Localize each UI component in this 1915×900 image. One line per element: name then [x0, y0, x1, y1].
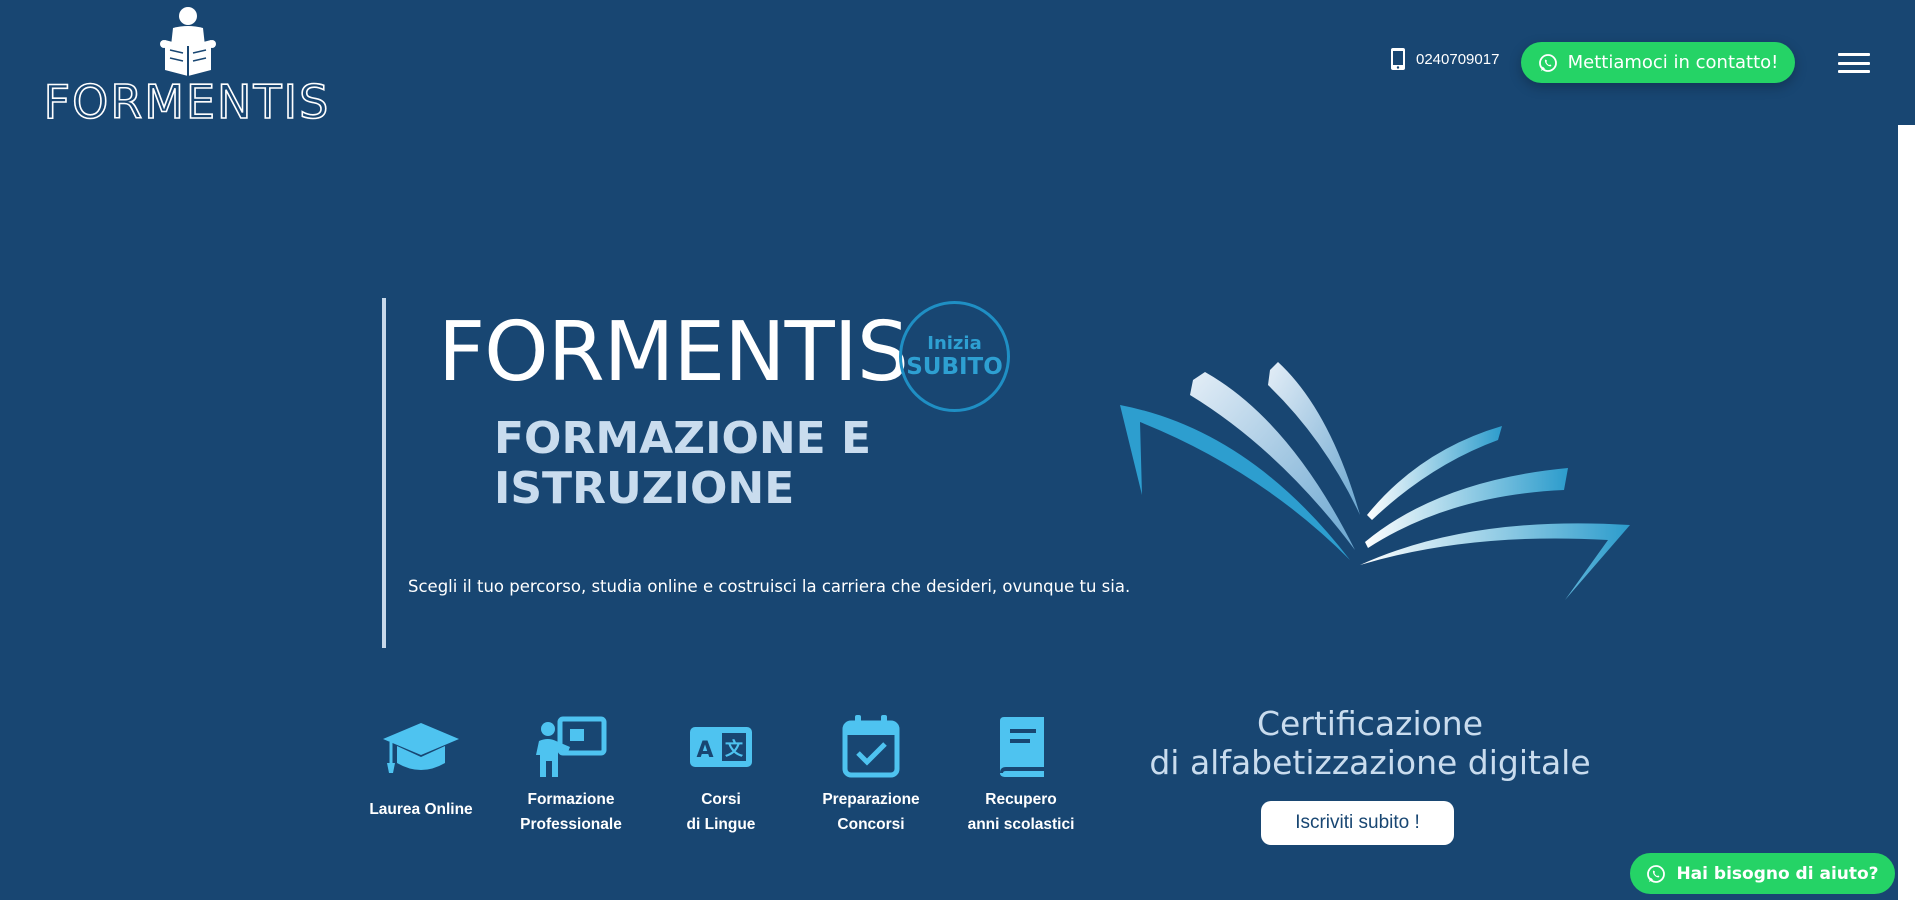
- teacher-board-icon: [536, 716, 607, 777]
- language-icon: A 文: [690, 727, 752, 767]
- logo-wordmark: FORMENTIS: [43, 76, 331, 126]
- hero-description: Scegli il tuo percorso, studia online e …: [408, 577, 1131, 596]
- start-now-top: Inizia: [927, 332, 982, 354]
- svg-text:A: A: [696, 738, 713, 763]
- hero-title: FORMENTIS: [438, 305, 909, 400]
- start-now-bottom: SUBITO: [906, 353, 1003, 380]
- service-label: Corsi di Lingue: [686, 791, 756, 833]
- open-book-illustration: [1120, 362, 1630, 600]
- page-edge: [1898, 125, 1915, 900]
- help-whatsapp-button[interactable]: Hai bisogno di aiuto?: [1630, 853, 1895, 894]
- reader-figure-icon: [160, 7, 216, 76]
- menu-hamburger-icon[interactable]: [1838, 53, 1870, 73]
- service-laurea-online[interactable]: Laurea Online: [351, 715, 491, 822]
- smartphone-icon: [1391, 48, 1405, 70]
- whatsapp-icon: [1647, 864, 1666, 883]
- service-corsi-lingue[interactable]: A 文 Corsi di Lingue: [651, 715, 791, 837]
- hero-accent-bar: [382, 298, 386, 648]
- whatsapp-icon: [1538, 53, 1557, 72]
- service-recupero-anni[interactable]: Recupero anni scolastici: [951, 715, 1091, 837]
- contact-button-label: Mettiamoci in contatto!: [1567, 52, 1779, 73]
- service-label: Laurea Online: [369, 801, 473, 818]
- svg-text:FORMENTIS: FORMENTIS: [44, 76, 331, 126]
- calendar-check-icon: [842, 715, 900, 778]
- menu-line: [1838, 61, 1870, 65]
- service-label: Preparazione Concorsi: [822, 791, 920, 833]
- contact-whatsapp-button[interactable]: Mettiamoci in contatto!: [1521, 42, 1795, 83]
- subscribe-button[interactable]: Iscriviti subito !: [1261, 801, 1454, 845]
- formentis-logo[interactable]: FORMENTIS: [32, 6, 342, 126]
- graduation-cap-icon: [383, 723, 459, 773]
- phone-contact[interactable]: 0240709017: [1390, 47, 1499, 71]
- svg-text:文: 文: [725, 738, 744, 760]
- hero-subtitle: FORMAZIONE E ISTRUZIONE: [494, 413, 872, 514]
- certification-title: Certificazione di alfabetizzazione digit…: [1149, 704, 1591, 782]
- help-button-label: Hai bisogno di aiuto?: [1676, 863, 1879, 884]
- menu-line: [1838, 70, 1870, 73]
- service-preparazione-concorsi[interactable]: Preparazione Concorsi: [801, 715, 941, 837]
- service-label: Recupero anni scolastici: [967, 791, 1075, 833]
- phone-number: 0240709017: [1416, 50, 1500, 68]
- book-icon: [1000, 717, 1044, 777]
- service-label: Formazione Professionale: [520, 791, 622, 833]
- menu-line: [1838, 53, 1870, 56]
- start-now-badge[interactable]: Inizia SUBITO: [899, 301, 1010, 412]
- service-formazione-professionale[interactable]: Formazione Professionale: [501, 715, 641, 837]
